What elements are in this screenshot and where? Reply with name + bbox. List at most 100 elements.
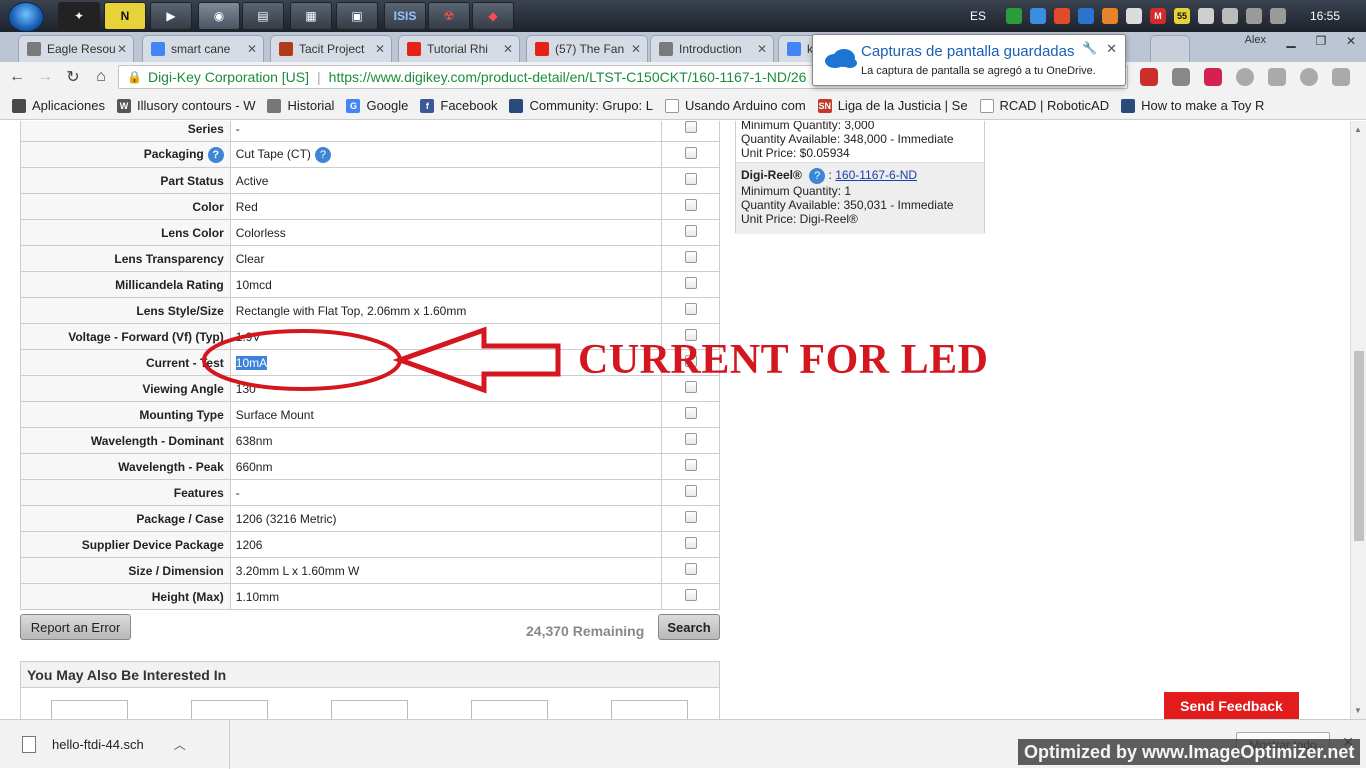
- taskbar-app-icon[interactable]: N: [104, 2, 146, 30]
- extension-icon[interactable]: [1268, 68, 1286, 86]
- help-icon[interactable]: ?: [809, 168, 826, 184]
- start-button[interactable]: [8, 2, 44, 32]
- scroll-up-icon[interactable]: ▲: [1354, 125, 1362, 134]
- browser-tab[interactable]: Introduction ✕: [650, 35, 774, 62]
- restore-icon[interactable]: ❐: [1306, 32, 1336, 50]
- new-tab-button[interactable]: [1150, 35, 1190, 62]
- close-icon[interactable]: ✕: [503, 42, 513, 56]
- attribute-checkbox[interactable]: [684, 199, 697, 211]
- attribute-checkbox[interactable]: [684, 407, 697, 419]
- attribute-checkbox[interactable]: [684, 537, 697, 549]
- attribute-checkbox[interactable]: [684, 589, 697, 601]
- cloud-icon[interactable]: [1029, 8, 1046, 24]
- close-icon[interactable]: ✕: [631, 42, 641, 56]
- chrome-taskbar-icon[interactable]: ◉: [198, 2, 240, 30]
- bookmark-item[interactable]: RCAD | RoboticAD: [979, 98, 1109, 113]
- scroll-down-icon[interactable]: ▼: [1354, 706, 1362, 715]
- minimize-icon[interactable]: ▁: [1276, 32, 1306, 50]
- extension-icon[interactable]: [1204, 68, 1222, 86]
- taskbar-app-icon[interactable]: ✦: [58, 2, 100, 30]
- bookmark-item[interactable]: f Facebook: [420, 98, 497, 113]
- close-window-icon[interactable]: ✕: [1336, 32, 1366, 50]
- reload-icon[interactable]: ↻: [62, 67, 84, 87]
- tray-app-icon[interactable]: [1053, 8, 1070, 24]
- search-button[interactable]: Search: [658, 614, 720, 640]
- product-thumbnail[interactable]: [191, 700, 268, 719]
- monitor-taskbar-icon[interactable]: ▣: [336, 2, 378, 30]
- flag-icon[interactable]: [1197, 8, 1214, 24]
- close-icon[interactable]: ✕: [1106, 41, 1117, 57]
- attribute-checkbox[interactable]: [684, 173, 697, 185]
- profile-name[interactable]: Alex: [1245, 34, 1266, 46]
- attribute-checkbox[interactable]: [684, 459, 697, 471]
- bookmark-item[interactable]: Usando Arduino com: [665, 98, 806, 113]
- attribute-checkbox[interactable]: [684, 277, 697, 289]
- device-icon[interactable]: [1221, 8, 1238, 24]
- attribute-checkbox[interactable]: [684, 121, 697, 133]
- chevron-up-icon[interactable]: ︿: [174, 736, 186, 753]
- onedrive-notification[interactable]: Capturas de pantalla guardadas La captur…: [812, 34, 1126, 86]
- back-icon[interactable]: ←: [6, 67, 28, 87]
- bookmark-item[interactable]: Community: Grupo: L: [509, 98, 653, 113]
- send-feedback-button[interactable]: Send Feedback: [1164, 692, 1299, 719]
- attribute-checkbox[interactable]: [684, 563, 697, 575]
- product-thumbnail[interactable]: [471, 700, 548, 719]
- attribute-checkbox[interactable]: [684, 433, 697, 445]
- help-icon[interactable]: ?: [207, 146, 224, 163]
- attribute-checkbox[interactable]: [684, 303, 697, 315]
- network-icon[interactable]: [1245, 8, 1262, 24]
- dropbox-icon[interactable]: [1077, 8, 1094, 24]
- browser-tab[interactable]: Tacit Project ✕: [270, 35, 392, 62]
- bookmark-item[interactable]: SN Liga de la Justicia | Se: [817, 98, 968, 113]
- browser-tab[interactable]: Tutorial Rhi ✕: [398, 35, 520, 62]
- product-thumbnail[interactable]: [331, 700, 408, 719]
- extension-icon[interactable]: [1172, 68, 1190, 86]
- scrollbar-thumb[interactable]: [1354, 351, 1364, 541]
- app-taskbar-icon[interactable]: ☢: [428, 2, 470, 30]
- settings-icon[interactable]: 🔧: [1082, 41, 1097, 55]
- help-icon[interactable]: ?: [314, 146, 331, 163]
- close-icon[interactable]: ✕: [757, 42, 767, 56]
- download-item[interactable]: hello-ftdi-44.sch ︿: [0, 720, 230, 769]
- attribute-checkbox[interactable]: [684, 225, 697, 237]
- volume-icon[interactable]: [1269, 8, 1286, 24]
- extension-icon[interactable]: [1140, 68, 1158, 86]
- clock[interactable]: 16:55: [1310, 9, 1340, 23]
- folder-taskbar-icon[interactable]: ▤: [242, 2, 284, 30]
- extension-icon[interactable]: [1236, 68, 1254, 86]
- attribute-checkbox[interactable]: [684, 511, 697, 523]
- menu-icon[interactable]: [1332, 68, 1350, 86]
- page-scrollbar[interactable]: ▲ ▼: [1350, 121, 1366, 719]
- avast-icon[interactable]: [1101, 8, 1118, 24]
- bookmark-item[interactable]: How to make a Toy R: [1121, 98, 1264, 113]
- report-error-button[interactable]: Report an Error: [20, 614, 131, 640]
- bookmark-item[interactable]: Historial: [267, 98, 334, 113]
- bookmark-item[interactable]: G Google: [346, 98, 408, 113]
- attribute-checkbox[interactable]: [684, 251, 697, 263]
- browser-tab[interactable]: smart cane ✕: [142, 35, 264, 62]
- product-thumbnail[interactable]: [51, 700, 128, 719]
- onedrive-icon[interactable]: [1125, 8, 1142, 24]
- digireel-part-link[interactable]: 160-1167-6-ND: [835, 168, 917, 182]
- bookmark-item[interactable]: Aplicaciones: [12, 98, 105, 113]
- browser-tab[interactable]: (57) The Fan ✕: [526, 35, 648, 62]
- home-icon[interactable]: ⌂: [90, 67, 112, 87]
- browser-tab[interactable]: Eagle Resou ✕: [18, 35, 134, 62]
- close-icon[interactable]: ✕: [375, 42, 385, 56]
- app-taskbar-icon[interactable]: ◆: [472, 2, 514, 30]
- gmail-icon[interactable]: M: [1149, 8, 1166, 24]
- forward-icon[interactable]: →: [34, 67, 56, 87]
- close-icon[interactable]: ✕: [117, 42, 127, 56]
- tray-badge-icon[interactable]: 55: [1173, 8, 1190, 24]
- tray-app-icon[interactable]: [1005, 8, 1022, 24]
- close-icon[interactable]: ✕: [247, 42, 257, 56]
- notes-taskbar-icon[interactable]: ▦: [290, 2, 332, 30]
- isis-taskbar-icon[interactable]: ISIS: [384, 2, 426, 30]
- language-indicator[interactable]: ES: [970, 9, 986, 23]
- extension-icon[interactable]: [1300, 68, 1318, 86]
- bookmark-item[interactable]: W Illusory contours - W: [117, 98, 255, 113]
- media-player-icon[interactable]: ▶: [150, 2, 192, 30]
- product-thumbnail[interactable]: [611, 700, 688, 719]
- attribute-checkbox[interactable]: [684, 485, 697, 497]
- attribute-checkbox[interactable]: [684, 147, 697, 159]
